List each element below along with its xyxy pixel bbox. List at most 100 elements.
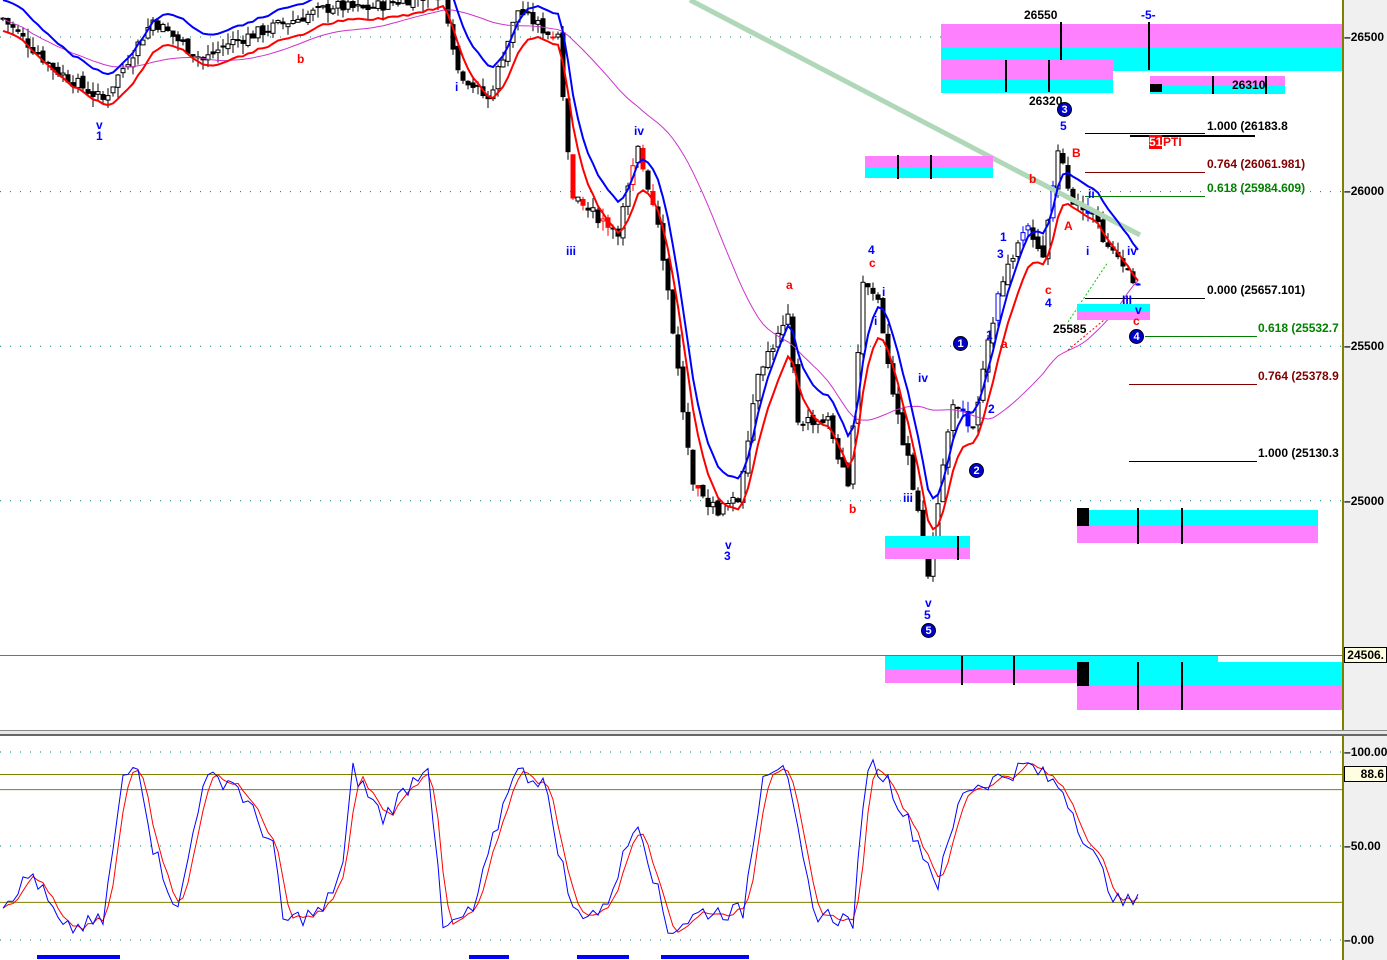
candle-body (675, 334, 681, 369)
candle-body (875, 294, 881, 300)
candle-body (880, 298, 886, 334)
candle-body (170, 30, 176, 37)
wave-label: B (1072, 146, 1081, 160)
candle-body (240, 39, 246, 44)
candle-body (1005, 263, 1011, 286)
candle-body (800, 423, 806, 426)
candle-body (915, 490, 921, 511)
stoch-k-line (2, 758, 1139, 935)
zone-magenta (1077, 686, 1342, 710)
fib-label: 1.000 (25130.3 (1258, 446, 1339, 460)
candle-body (80, 75, 86, 89)
candle-body (525, 11, 531, 14)
wave-label: 5 (924, 608, 931, 622)
wave-label: a (786, 278, 793, 292)
price-tick: –25500 (1344, 339, 1385, 353)
candle-body (210, 51, 216, 55)
wave-label: 5 (1060, 119, 1067, 133)
osc-tick: –0.00 (1344, 933, 1375, 947)
candle-body (900, 412, 906, 446)
zone-magenta (885, 669, 1085, 683)
candle-body (115, 74, 121, 88)
wave-label: iii (566, 244, 577, 258)
candle-body (10, 24, 16, 28)
wave-label: i (455, 80, 459, 94)
candle-body (325, 3, 331, 13)
candle-body (860, 281, 866, 355)
candle-body (910, 454, 916, 490)
candle-body (350, 1, 356, 8)
candle-body (950, 404, 956, 431)
candle-body (255, 26, 261, 39)
fib-label: 0.764 (26061.981) (1207, 157, 1306, 171)
candle-body (275, 19, 281, 24)
candle-body (680, 366, 686, 413)
candle-body (1065, 165, 1071, 189)
candle-body (870, 287, 876, 294)
candle-body (545, 31, 551, 36)
zone-magenta (865, 156, 993, 168)
candle-body (100, 94, 106, 100)
candle-body (705, 497, 711, 508)
wave-circle: 2 (969, 463, 984, 478)
price-tick: –25000 (1344, 494, 1385, 508)
wave-circle: 1 (953, 336, 968, 351)
wave-label: 4 (868, 243, 875, 257)
wave-label: i (882, 285, 886, 299)
candle-body (295, 18, 301, 23)
candle-body (590, 207, 596, 212)
price-chart[interactable]: 1.000 (26183.8 0.764 (26061.981) 0.618 (… (0, 0, 1342, 730)
candle-body (865, 283, 871, 288)
candle-body (410, 0, 416, 8)
zone-cyan (941, 80, 1113, 93)
candle-body (190, 54, 196, 57)
candle-body (285, 23, 291, 28)
candle-body (825, 416, 831, 421)
candle-body (530, 12, 536, 25)
candle-body (165, 26, 171, 32)
candle-body (280, 21, 286, 25)
candle-body (265, 30, 271, 33)
price-axis[interactable] (1342, 0, 1387, 730)
candle-body (95, 91, 101, 95)
candle-body (345, 1, 351, 10)
candle-body (1000, 281, 1006, 297)
wave-label: III (1122, 293, 1133, 307)
price-tick: –26000 (1344, 184, 1385, 198)
candle-body (820, 419, 826, 424)
candle-body (720, 503, 726, 515)
candle-body (585, 207, 591, 211)
candle-body (300, 17, 306, 22)
candle-body (795, 364, 801, 423)
wave-label: a (1001, 337, 1008, 351)
candle-body (220, 45, 226, 48)
wave-label: 1 (1000, 230, 1007, 244)
current-price-badge: 24506. (1344, 647, 1387, 663)
candle-body (755, 373, 761, 402)
candle-body (130, 57, 136, 68)
candle-body (960, 408, 966, 412)
candle-body (110, 86, 116, 94)
candle-body (895, 393, 901, 415)
candle-body (1025, 225, 1031, 231)
candle-body (305, 13, 311, 23)
price-label: 26310 (1232, 78, 1266, 92)
candle-body (1060, 153, 1066, 164)
candle-body (995, 293, 1001, 321)
wave-label: ii (1088, 187, 1095, 201)
fib-label: 1.000 (26183.8 (1207, 119, 1288, 133)
wave-label: b (297, 52, 305, 66)
candle-body (365, 4, 371, 11)
fib-label: 0.000 (25657.101) (1207, 283, 1306, 297)
candle-body (550, 36, 556, 39)
wave-circle: 4 (1129, 329, 1144, 344)
price-label: 26550 (1024, 8, 1058, 22)
candle-body (535, 20, 541, 25)
stochastic-pane[interactable] (0, 736, 1342, 960)
wave-label: i (1086, 244, 1090, 258)
candle-body (730, 496, 736, 504)
candle-body (785, 313, 791, 325)
fib-label: 0.618 (25532.7 (1258, 321, 1339, 335)
candle-body (665, 258, 671, 291)
zone-cyan (1077, 510, 1318, 526)
